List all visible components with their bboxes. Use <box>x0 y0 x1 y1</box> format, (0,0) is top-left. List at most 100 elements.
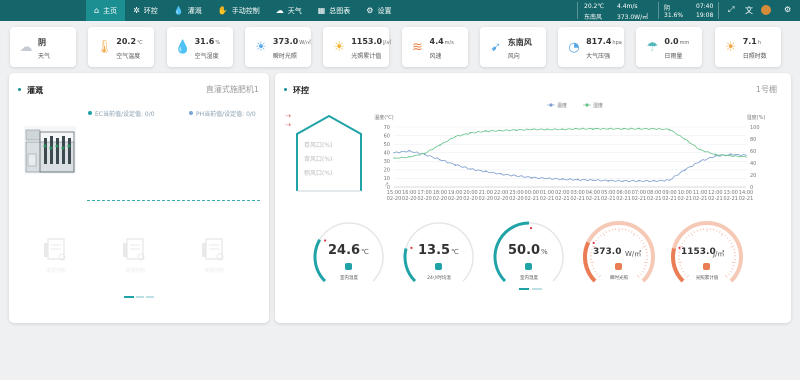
weather-value-unit: m/s <box>444 40 454 46</box>
data-point <box>424 153 426 156</box>
language-icon[interactable]: 文 <box>745 5 753 16</box>
gauge-tick <box>678 261 683 263</box>
weather-label: 空气温度 <box>116 53 141 60</box>
gear-icon[interactable]: ⚙ <box>784 5 791 14</box>
divider <box>658 2 659 19</box>
gauge-unit: W/㎡ <box>625 250 642 258</box>
shed-name[interactable]: 1号棚 <box>756 84 777 95</box>
x-tick-label: 23:00 02-20 <box>509 190 524 202</box>
nav-item-3[interactable]: ✋ 手动控制 <box>210 0 268 21</box>
cloud-icon: ☁ <box>275 6 284 15</box>
data-point <box>485 170 487 173</box>
gauge: 13.5 ℃ 24小时均温 <box>401 219 477 295</box>
weather-value: 0.0mm <box>664 37 689 46</box>
x-tick-label: 08:00 02-21 <box>647 190 662 202</box>
nav-label: 环控 <box>143 6 158 15</box>
pressure-icon: ◔ <box>568 39 580 55</box>
data-point <box>607 128 609 130</box>
weather-value-number: 817.4 <box>586 37 612 46</box>
ec-label: EC当前值/设定值: 0/0 <box>95 111 155 118</box>
gauge-tick <box>680 268 683 270</box>
gauge-tick <box>716 229 718 232</box>
gauge-pager-indicator[interactable] <box>519 288 543 290</box>
gauge-tick <box>719 231 721 233</box>
weather-value-unit: % <box>215 40 221 46</box>
vent-label-top: 卷风口(%) <box>304 142 333 149</box>
y-tick-left: 30 <box>384 159 390 165</box>
gauge-tick <box>628 229 630 232</box>
weather-label: 日照时数 <box>742 53 767 60</box>
panel-title: 环控 <box>284 86 309 95</box>
irrigation-zone-tile[interactable]: 灌溉控制 <box>36 236 76 274</box>
avatar[interactable] <box>761 5 771 15</box>
data-point <box>485 130 487 132</box>
nav-label: 设置 <box>377 6 392 15</box>
irrigation-zone-tile[interactable]: 灌溉控制 <box>115 236 155 274</box>
x-tick-label: 21:00 02-20 <box>479 190 494 202</box>
weather-value-number: 31.6 <box>194 37 215 46</box>
y-tick-right: 40 <box>750 161 756 167</box>
data-point <box>577 128 579 130</box>
weather-card: ☁ 阴天气 <box>10 27 76 67</box>
nav-label: 灌溉 <box>187 6 202 15</box>
weather-value-unit: hpa <box>612 40 622 46</box>
pager-indicator[interactable] <box>124 296 154 298</box>
rain-icon: ☂ <box>646 39 659 55</box>
gauge-tick <box>638 237 641 239</box>
nav-label: 手动控制 <box>231 6 260 15</box>
panel-title: 灌溉 <box>18 86 43 95</box>
x-tick-label: 05:00 02-21 <box>601 190 616 202</box>
fullscreen-icon[interactable]: ⤢ <box>728 5 734 15</box>
humidity-icon: 💧 <box>174 39 191 55</box>
weather-value: 1153.0J/㎡ <box>351 37 391 46</box>
gear-icon: ⚙ <box>366 6 374 15</box>
weather-value: 373.0W/㎡ <box>273 37 311 46</box>
data-point <box>515 129 518 131</box>
data-point <box>745 156 747 158</box>
data-point <box>668 128 671 130</box>
gauge-unit: J/㎡ <box>713 250 725 258</box>
data-point <box>393 157 395 159</box>
gauge-tick <box>605 231 607 233</box>
nav-item-4[interactable]: ☁ 天气 <box>268 0 310 21</box>
nav-item-1[interactable]: ✲ 环控 <box>125 0 166 21</box>
water-drop-icon: 💧 <box>173 6 184 15</box>
irrigation-zone-tile[interactable]: 灌溉控制 <box>194 236 234 274</box>
weather-label: 风向 <box>507 53 520 60</box>
gauge-tick <box>595 239 598 242</box>
gauge-tick <box>731 261 736 263</box>
series-line-0 <box>393 149 747 183</box>
weather-value-unit: J/㎡ <box>383 40 392 46</box>
gauge-tick <box>643 261 648 263</box>
data-point <box>622 128 625 130</box>
gauge-value: 1153.0 <box>681 247 716 257</box>
nav-item-6[interactable]: ⚙ 设置 <box>358 0 399 21</box>
y-tick-left: 40 <box>384 151 390 157</box>
data-point <box>531 128 533 130</box>
data-point <box>561 178 563 180</box>
gauge: 50.0% 室内湿度 <box>491 219 567 295</box>
data-point <box>745 154 747 156</box>
data-point <box>699 149 701 151</box>
gauge: 24.6 ℃ 室内温度 <box>311 219 387 295</box>
nav-item-5[interactable]: ▦ 总图表 <box>310 0 359 21</box>
legend-label: 温度 <box>557 102 567 109</box>
y-tick-left: 10 <box>384 176 390 182</box>
data-point <box>454 136 456 138</box>
data-point <box>592 128 594 130</box>
data-point <box>500 130 502 132</box>
x-tick-label: 18:00 02-20 <box>433 190 448 202</box>
weather-card: ☀ 7.1h 日照时数 <box>714 27 781 67</box>
weather-label: 瞬时光照 <box>272 53 297 60</box>
nav-item-2[interactable]: 💧 灌溉 <box>166 0 210 21</box>
ec-dot-icon <box>88 111 92 115</box>
status-time-sunrise: 07:40 <box>696 3 714 10</box>
sun-total-icon <box>703 263 710 270</box>
device-name[interactable]: 直灌式施肥机1 <box>206 84 259 95</box>
zone-label: 灌溉控制 <box>124 268 145 274</box>
gauge-tick <box>642 271 644 273</box>
gauge-tick <box>597 237 600 239</box>
x-tick-label: 20:00 02-20 <box>463 190 478 202</box>
weather-card: ☂ 0.0mm 日雨量 <box>636 27 703 67</box>
nav-item-0[interactable]: ⌂ 主页 <box>86 0 126 21</box>
